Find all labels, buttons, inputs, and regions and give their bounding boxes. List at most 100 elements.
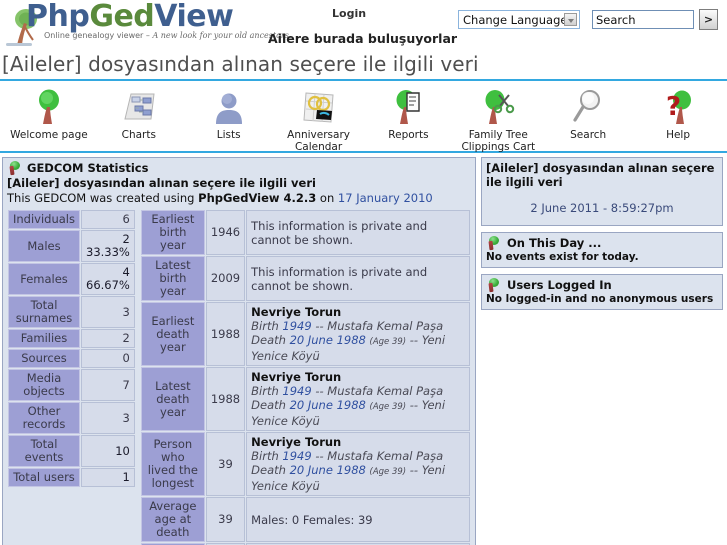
table-row: Media objects 7 (8, 369, 135, 401)
table-row: Total users 1 (8, 468, 135, 487)
table-row: Earliest birth year 1946 This informatio… (140, 210, 470, 255)
table-row: Individuals 6 (8, 210, 135, 229)
stat-label: Person who lived the longest (140, 432, 205, 496)
gedcom-subtitle: [Aileler] dosyasından alınan seçere ile … (7, 176, 316, 190)
search-input[interactable]: Search (592, 10, 694, 29)
users-logged-in-block: Users Logged In No logged-in and no anon… (481, 274, 723, 310)
table-row: Total surnames 3 (8, 296, 135, 328)
stat-label: Males (8, 230, 80, 262)
stat-label: Average age at death (140, 497, 205, 542)
block-title-text: On This Day ... (507, 236, 602, 250)
question-tree-icon: ? (657, 89, 699, 125)
person-icon (208, 89, 250, 125)
stat-value: 2 33.33% (81, 230, 135, 262)
person-birth-line: Birth 1949 -- Mustafa Kemal Paşa (251, 384, 444, 398)
gedcom-statistics-title: GEDCOM Statistics (7, 161, 471, 176)
stat-label: Females (8, 263, 80, 295)
chart-icon (118, 89, 160, 125)
stat-label: Sources (8, 349, 80, 368)
person-death-line: Death 20 June 1988 (Age 39) -- Yeni Yeni… (251, 463, 446, 493)
nav-item-reports[interactable]: Reports (364, 89, 452, 141)
stat-label: Other records (8, 402, 80, 434)
stat-value: 7 (81, 369, 135, 401)
current-datetime: 2 June 2011 - 8:59:27pm (530, 201, 674, 215)
sidebar-column: [Aileler] dosyasından alınan seçere ile … (481, 157, 723, 545)
table-row: Total events 10 (8, 435, 135, 467)
on-this-day-note: No events exist for today. (486, 251, 639, 263)
person-death-line: Death 20 June 1988 (Age 39) -- Yeni Yeni… (251, 333, 446, 363)
page-title: [Aileler] dosyasından alınan seçere ile … (2, 52, 479, 76)
nav-item-search[interactable]: Search (544, 89, 632, 141)
stat-label: Media objects (8, 369, 80, 401)
stat-value: 6 (81, 210, 135, 229)
records-detail-table: Earliest birth year 1946 This informatio… (140, 209, 471, 545)
nav-label: Lists (216, 129, 241, 141)
nav-item-help[interactable]: ? Help (634, 89, 722, 141)
chevron-down-icon[interactable] (564, 13, 577, 26)
person-name-link[interactable]: Nevriye Torun (251, 370, 465, 384)
gedcom-created-date-link[interactable]: 17 January 2010 (338, 191, 433, 205)
table-row: Average age at death 39 Males: 0 Females… (140, 497, 470, 542)
stat-value: 0 (81, 349, 135, 368)
magnifier-icon (567, 89, 609, 125)
logo-wordmark: PhpGedView (26, 0, 234, 34)
logo-tagline: Online genealogy viewer – A new look for… (44, 31, 292, 40)
stat-value: 2 (81, 329, 135, 348)
stat-percent: 33.33% (86, 245, 130, 259)
stat-description: Nevriye Torun Birth 1949 -- Mustafa Kema… (246, 367, 470, 431)
welcome-block-title: [Aileler] dosyasından alınan seçere ile … (486, 161, 715, 189)
table-row: Families 2 (8, 329, 135, 348)
table-row: Earliest death year 1988 Nevriye Torun B… (140, 302, 470, 366)
person-birth-line: Birth 1949 -- Mustafa Kemal Paşa (251, 319, 444, 333)
site-logo[interactable]: PhpGedView Online genealogy viewer – A n… (4, 0, 291, 47)
stat-label: Individuals (8, 210, 80, 229)
report-icon (387, 89, 429, 125)
table-row: Males 2 33.33% (8, 230, 135, 262)
nav-label: Reports (388, 129, 429, 141)
site-header: PhpGedView Online genealogy viewer – A n… (0, 0, 727, 48)
stat-label: Total users (8, 468, 80, 487)
table-row: Person who lived the longest 39 Nevriye … (140, 432, 470, 496)
person-name-link[interactable]: Nevriye Torun (251, 305, 465, 319)
stat-label: Total surnames (8, 296, 80, 328)
nav-label: Welcome page (10, 129, 88, 141)
stat-number: 39 (205, 432, 246, 496)
statistics-tables: Individuals 6 Males 2 33.33% Females 4 6… (7, 209, 471, 545)
nav-item-charts[interactable]: Charts (95, 89, 183, 141)
stat-description: This information is private and cannot b… (246, 256, 470, 301)
users-logged-in-note: No logged-in and no anonymous users (486, 293, 714, 305)
nav-label: Charts (121, 129, 156, 141)
nav-label-2: Clippings Cart (461, 141, 536, 153)
summary-counts-table: Individuals 6 Males 2 33.33% Females 4 6… (7, 209, 136, 488)
users-logged-in-title: Users Logged In (486, 278, 718, 293)
stat-description: Nevriye Torun Birth 1949 -- Mustafa Kema… (246, 302, 470, 366)
stat-label: Total events (8, 435, 80, 467)
nav-item-family-tree-clippings-cart[interactable]: Family Tree Clippings Cart (454, 89, 542, 153)
login-link[interactable]: Login (332, 7, 366, 20)
on-this-day-block: On This Day ... No events exist for toda… (481, 232, 723, 268)
stat-number: 1946 (205, 210, 246, 255)
nav-item-welcome-page[interactable]: Welcome page (5, 89, 93, 141)
stat-value: 1 (81, 468, 135, 487)
main-column: GEDCOM Statistics [Aileler] dosyasından … (2, 157, 476, 545)
gedcom-created-line: This GEDCOM was created using PhpGedView… (7, 191, 433, 205)
person-name-link[interactable]: Nevriye Torun (251, 435, 465, 449)
on-this-day-title: On This Day ... (486, 236, 718, 251)
nav-label-2: Calendar (294, 141, 343, 153)
nav-item-lists[interactable]: Lists (185, 89, 273, 141)
tree-icon (486, 278, 500, 293)
svg-text:?: ? (666, 92, 681, 122)
nav-item-anniversary-calendar[interactable]: Anniversary Calendar (275, 89, 363, 153)
stat-description: This information is private and cannot b… (246, 210, 470, 255)
nav-label: Family Tree (468, 129, 528, 141)
change-language-select[interactable]: Change Language (458, 10, 580, 29)
stat-description: Males: 0 Females: 39 (246, 497, 470, 542)
stat-label: Earliest death year (140, 302, 205, 366)
search-submit-button[interactable]: > (699, 9, 718, 30)
gedcom-statistics-block: GEDCOM Statistics [Aileler] dosyasından … (2, 157, 476, 545)
stat-percent: 66.67% (86, 278, 130, 292)
table-row: Other records 3 (8, 402, 135, 434)
nav-label: Anniversary (287, 129, 350, 141)
tree-icon (7, 161, 21, 176)
table-row: Females 4 66.67% (8, 263, 135, 295)
